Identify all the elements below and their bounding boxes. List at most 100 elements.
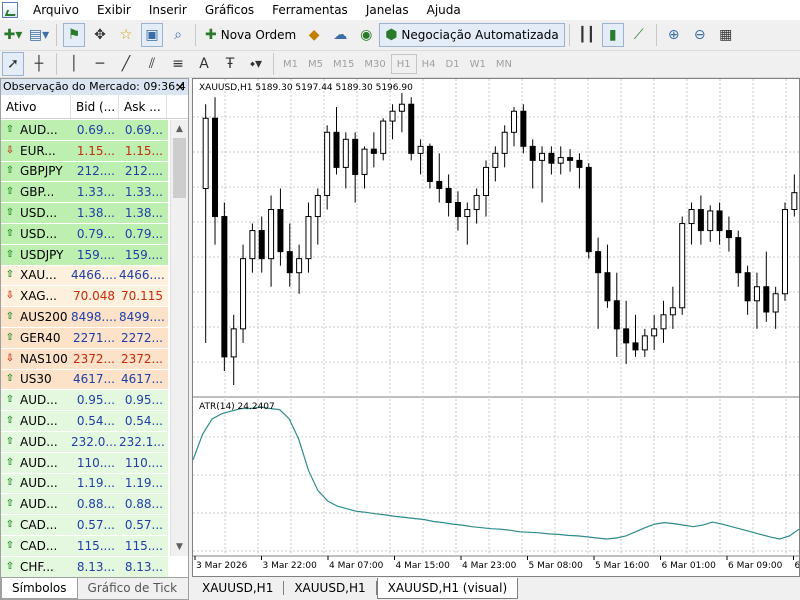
text-tool-icon[interactable]: A xyxy=(193,52,215,76)
market-watch-row[interactable]: ⇩ XAG... 70.048 70.115 xyxy=(1,286,168,308)
scrollbar[interactable]: ▲ ▼ xyxy=(170,120,188,556)
timeframe-m1[interactable]: M1 xyxy=(278,54,303,74)
bid-cell: 0.79... xyxy=(76,226,115,241)
symbol-name: US30 xyxy=(20,372,52,387)
metaeditor-icon[interactable]: ◆ xyxy=(303,23,325,47)
candle-bull xyxy=(268,209,275,260)
channel-icon[interactable]: ⫽ xyxy=(141,52,163,76)
timeframe-h1[interactable]: H1 xyxy=(390,54,417,74)
symbol-name: AUD... xyxy=(20,122,58,137)
menu-item-6[interactable]: Ajuda xyxy=(418,0,470,20)
line-chart-icon[interactable]: ⟋ xyxy=(628,23,650,47)
scroll-up-icon[interactable]: ▲ xyxy=(171,120,188,138)
text-label-icon[interactable]: Ŧ xyxy=(219,52,241,76)
market-watch-row[interactable]: ⇧ AUD... 0.54... 0.54... xyxy=(1,411,168,432)
menu-item-5[interactable]: Janelas xyxy=(357,0,418,20)
chart-tab-0[interactable]: XAUUSD,H1 xyxy=(192,578,283,598)
market-watch-row[interactable]: ⇧ AUD... 110.... 110.... xyxy=(1,452,168,474)
candle-bear xyxy=(426,145,433,182)
timeframe-mn[interactable]: MN xyxy=(491,54,517,74)
chart-tab-1[interactable]: XAUUSD,H1 xyxy=(284,578,375,598)
timeframe-d1[interactable]: D1 xyxy=(441,54,465,74)
column-header-bid[interactable]: Bid (... xyxy=(71,95,119,118)
signals-icon[interactable]: ◉ xyxy=(355,23,377,47)
tab-tick-chart[interactable]: Gráfico de Tick xyxy=(78,578,188,599)
ask-cell: 0.88... xyxy=(124,497,163,512)
market-watch-row[interactable]: ⇧ US30 4617... 4617... xyxy=(1,369,168,391)
candle-bull xyxy=(772,293,779,313)
close-icon[interactable]: × xyxy=(175,79,185,95)
market-watch-row[interactable]: ⇧ AUD... 232.0... 232.1... xyxy=(1,431,168,453)
tile-windows-icon[interactable]: ▦ xyxy=(715,23,737,47)
trend-line-icon[interactable]: ╱ xyxy=(115,52,137,76)
data-window-icon[interactable]: ▣ xyxy=(141,23,163,47)
menu-item-1[interactable]: Exibir xyxy=(88,0,140,20)
fibonacci-icon[interactable]: ≡ xyxy=(167,52,189,76)
scrollbar-thumb[interactable] xyxy=(173,138,186,198)
favorites-icon[interactable]: ☆ xyxy=(115,23,137,47)
symbol-cell: ⇧ AUD... xyxy=(1,123,71,137)
market-watch-row[interactable]: ⇧ CAD... 115.... 115.... xyxy=(1,535,168,557)
new-chart-icon[interactable]: ✚▾ xyxy=(2,23,24,47)
cursor-icon[interactable]: ➚ xyxy=(2,52,24,76)
market-watch-row[interactable]: ⇧ USD... 1.38... 1.38... xyxy=(1,203,168,224)
new-order-button[interactable]: ✚ Nova Ordem xyxy=(200,23,301,47)
strategy-tester-icon[interactable]: ⌕ xyxy=(167,23,189,47)
zoom-in-icon[interactable]: ⊕ xyxy=(663,23,685,47)
menu-item-4[interactable]: Ferramentas xyxy=(263,0,357,20)
symbol-name: CAD... xyxy=(20,518,58,533)
candle-bear xyxy=(277,209,284,253)
market-watch-row[interactable]: ⇧ AUD... 0.95... 0.95... xyxy=(1,390,168,412)
market-watch-row[interactable]: ⇧ GER40 2271... 2272... xyxy=(1,327,168,349)
market-watch-row[interactable]: ⇧ CHF... 8.13... 8.13... xyxy=(1,556,168,578)
symbol-name: AUD... xyxy=(20,434,58,449)
symbol-cell: ⇧ USDJPY xyxy=(1,248,71,262)
crosshair-icon[interactable]: ┼ xyxy=(28,52,50,76)
market-watch-row[interactable]: ⇧ AUS200 8498.... 8499.... xyxy=(1,307,168,328)
market-watch-row[interactable]: ⇧ USD... 0.79... 0.79... xyxy=(1,223,168,245)
shapes-icon[interactable]: ⬩▾ xyxy=(245,52,267,76)
market-watch-row[interactable]: ⇧ USDJPY 159.... 159.... xyxy=(1,244,168,266)
tab-symbols[interactable]: Símbolos xyxy=(1,578,78,599)
market-watch-row[interactable]: ⇧ GBP... 1.33... 1.33... xyxy=(1,182,168,204)
auto-trading-button[interactable]: ⬢ Negociação Automatizada xyxy=(379,23,565,47)
market-watch-row[interactable]: ⇧ AUD... 0.69... 0.69... xyxy=(1,120,168,141)
market-watch-row[interactable]: ⇧ AUD... 1.19... 1.19... xyxy=(1,473,168,495)
profiles-icon[interactable]: ▤▾ xyxy=(28,23,50,47)
symbol-name: GBPJPY xyxy=(20,164,63,179)
menu-item-0[interactable]: Arquivo xyxy=(24,0,88,20)
chart-canvas[interactable]: 3 Mar 2026 3 Mar 22:00 4 Mar 07:00 4 Mar 15… xyxy=(193,79,799,576)
chart-tabs: XAUUSD,H1 XAUUSD,H1 XAUUSD,H1 (visual) xyxy=(192,577,800,600)
vertical-line-icon[interactable]: │ xyxy=(63,52,85,76)
candle-bull xyxy=(791,192,798,211)
chart-window[interactable]: 3 Mar 2026 3 Mar 22:00 4 Mar 07:00 4 Mar 15… xyxy=(192,78,800,577)
market-watch-row[interactable]: ⇧ AUD... 0.88... 0.88... xyxy=(1,494,168,516)
timeframe-m15[interactable]: M15 xyxy=(328,54,359,74)
candle-bear xyxy=(763,286,770,313)
candle-bear xyxy=(520,110,527,147)
navigator-icon[interactable]: ✥ xyxy=(89,23,111,47)
timeframe-w1[interactable]: W1 xyxy=(465,54,491,74)
market-watch-icon[interactable]: ⚑ xyxy=(63,23,85,47)
app-icon[interactable] xyxy=(2,2,18,18)
menu-item-2[interactable]: Inserir xyxy=(140,0,196,20)
candlestick-icon[interactable]: ▮ xyxy=(601,23,624,47)
timeframe-h4[interactable]: H4 xyxy=(417,54,441,74)
market-watch-row[interactable]: ⇩ EUR... 1.15... 1.15... xyxy=(1,140,168,162)
timeframe-m5[interactable]: M5 xyxy=(303,54,328,74)
column-header-symbol[interactable]: Ativo xyxy=(1,95,71,118)
chart-tab-2[interactable]: XAUUSD,H1 (visual) xyxy=(376,578,519,599)
zoom-out-icon[interactable]: ⊖ xyxy=(689,23,711,47)
timeframe-m30[interactable]: M30 xyxy=(359,54,390,74)
market-watch-row[interactable]: ⇩ NAS100 2372... 2372... xyxy=(1,348,168,370)
symbol-cell: ⇧ CAD... xyxy=(1,539,71,553)
market-watch-row[interactable]: ⇧ CAD... 0.57... 0.57... xyxy=(1,515,168,536)
bar-chart-icon[interactable]: ┃┃ xyxy=(576,23,598,47)
community-icon[interactable]: ☁ xyxy=(329,23,351,47)
scroll-down-icon[interactable]: ▼ xyxy=(171,538,188,556)
market-watch-row[interactable]: ⇧ XAU... 4466.... 4466.... xyxy=(1,265,168,287)
horizontal-line-icon[interactable]: ─ xyxy=(89,52,111,76)
menu-item-3[interactable]: Gráficos xyxy=(196,0,263,20)
column-header-ask[interactable]: Ask ... xyxy=(119,95,167,118)
market-watch-row[interactable]: ⇧ GBPJPY 212.... 212.... xyxy=(1,161,168,183)
